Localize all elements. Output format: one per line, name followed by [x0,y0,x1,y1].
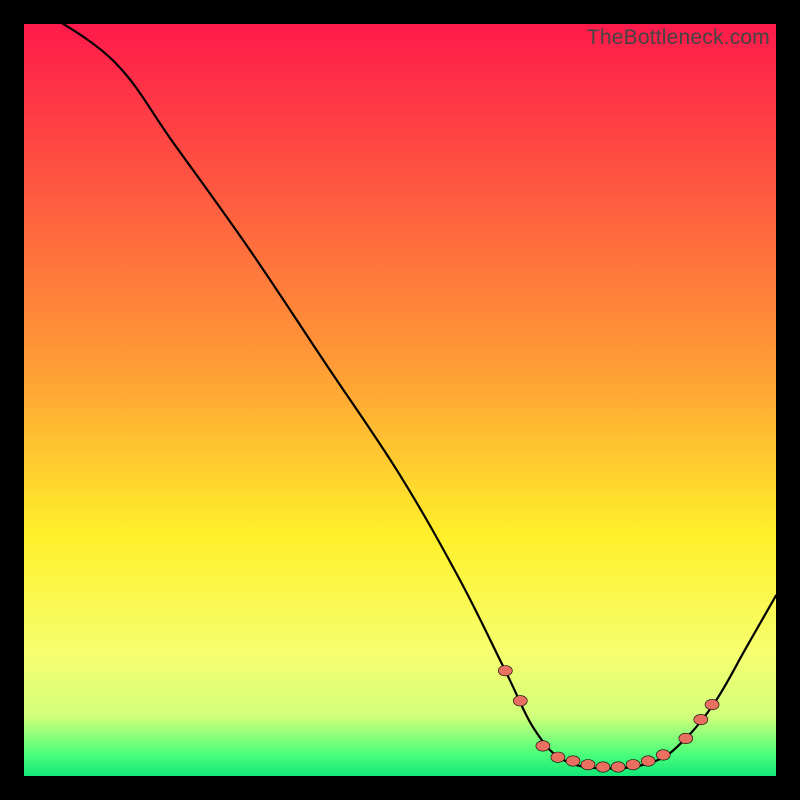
curve-marker [596,762,610,772]
curve-marker [611,762,625,772]
curve-marker [626,760,640,770]
plot-area: TheBottleneck.com [24,24,776,776]
curve-marker [581,760,595,770]
curve-marker [656,750,670,760]
curve-marker [566,756,580,766]
curve-marker [498,666,512,676]
curve-marker [679,733,693,743]
gradient-background [24,24,776,776]
curve-marker [705,699,719,709]
watermark-text: TheBottleneck.com [587,26,770,50]
chart-stage: TheBottleneck.com [0,0,800,800]
curve-marker [551,752,565,762]
curve-marker [513,696,527,706]
chart-svg [24,24,776,776]
curve-marker [536,741,550,751]
curve-marker [694,714,708,724]
curve-marker [641,756,655,766]
